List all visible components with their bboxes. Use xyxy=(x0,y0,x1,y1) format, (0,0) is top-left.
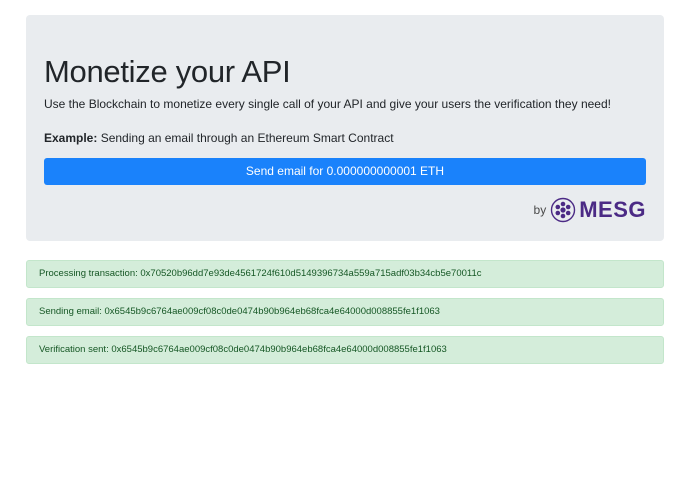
example-label: Example: xyxy=(44,131,98,145)
lead-text: Use the Blockchain to monetize every sin… xyxy=(44,97,611,111)
alert-verification-sent: Verification sent: 0x6545b9c6764ae009cf0… xyxy=(26,336,664,364)
alert-sending-email: Sending email: 0x6545b9c6764ae009cf08c0d… xyxy=(26,298,664,326)
mesg-logo-text: MESG xyxy=(579,197,646,222)
page-title: Monetize your API xyxy=(44,54,291,89)
example-description: Sending an email through an Ethereum Sma… xyxy=(100,131,394,145)
by-label: by xyxy=(533,203,547,217)
alert-processing-transaction: Processing transaction: 0x70520b96dd7e93… xyxy=(26,260,664,288)
jumbotron: Monetize your API Use the Blockchain to … xyxy=(26,15,664,241)
send-email-button[interactable]: Send email for 0.000000000001 ETH xyxy=(44,158,646,185)
powered-by: by MESG xyxy=(534,196,646,224)
mesg-logo-icon xyxy=(551,197,576,223)
example-text: Example: Sending an email through an Eth… xyxy=(44,130,394,146)
